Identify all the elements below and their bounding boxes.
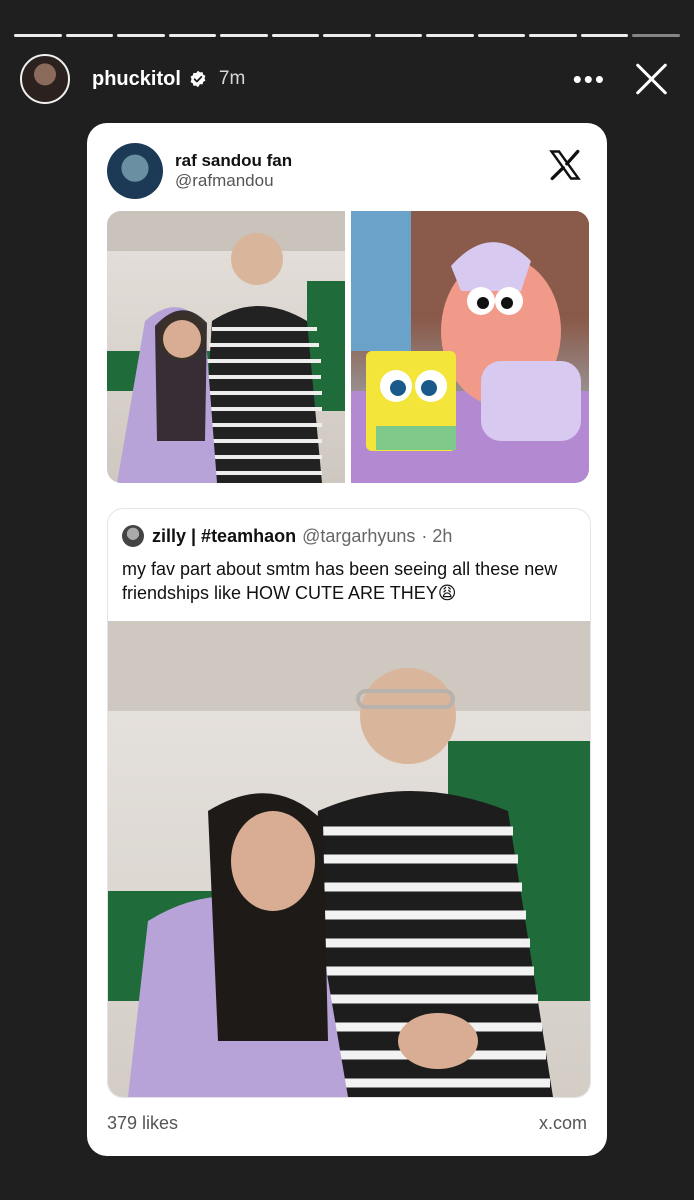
progress-segment — [426, 34, 474, 37]
avatar[interactable] — [20, 54, 70, 104]
tweet-media-grid[interactable] — [107, 211, 589, 483]
tweet-photo-couple[interactable] — [107, 211, 345, 483]
tweet-photo-cartoon[interactable] — [351, 211, 589, 483]
tweet-header: raf sandou fan @rafmandou — [107, 141, 587, 201]
progress-segment — [529, 34, 577, 37]
quoted-author-name[interactable]: zilly | #teamhaon — [152, 526, 296, 547]
progress-segment — [117, 34, 165, 37]
progress-segment — [14, 34, 62, 37]
tweet-card[interactable]: raf sandou fan @rafmandou zilly | #teamh… — [87, 123, 607, 1156]
quoted-author-avatar[interactable] — [122, 525, 144, 547]
more-icon[interactable]: ••• — [573, 66, 606, 92]
progress-segment — [477, 34, 526, 37]
quoted-author-handle[interactable]: @targarhyuns — [302, 526, 415, 547]
quoted-tweet-header: zilly | #teamhaon @targarhyuns · 2h — [122, 525, 580, 547]
tweet-author-avatar[interactable] — [107, 143, 163, 199]
like-count[interactable]: 379 likes — [107, 1113, 178, 1134]
source-domain[interactable]: x.com — [539, 1113, 587, 1134]
story-timestamp: 7m — [218, 68, 246, 89]
progress-segment — [65, 34, 114, 37]
quoted-tweet-photo[interactable] — [108, 621, 590, 1097]
close-icon[interactable] — [634, 61, 670, 97]
story-progress-bar — [14, 34, 680, 37]
verified-badge-icon — [190, 70, 206, 88]
quoted-tweet[interactable]: zilly | #teamhaon @targarhyuns · 2h my f… — [107, 508, 591, 1098]
story-username[interactable]: phuckitol — [92, 68, 181, 91]
tweet-handle[interactable]: @rafmandou — [175, 171, 292, 191]
progress-segment — [271, 34, 320, 37]
progress-segment — [323, 34, 371, 37]
tweet-author: raf sandou fan @rafmandou — [175, 151, 292, 192]
progress-segment — [220, 34, 268, 37]
story-header: phuckitol 7m ••• — [20, 52, 680, 106]
quoted-tweet-text: my fav part about smtm has been seeing a… — [122, 559, 558, 604]
progress-segment — [632, 34, 680, 37]
progress-segment — [580, 34, 629, 37]
progress-segment — [168, 34, 217, 37]
x-logo-icon — [549, 149, 581, 181]
tweet-display-name[interactable]: raf sandou fan — [175, 151, 292, 171]
quoted-tweet-time: · 2h — [421, 525, 453, 546]
progress-segment — [374, 34, 423, 37]
